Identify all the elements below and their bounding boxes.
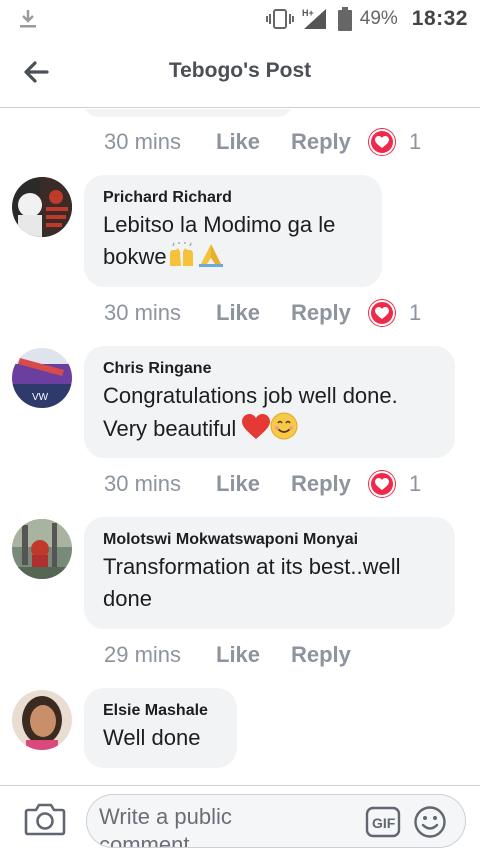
battery-icon [337,7,352,31]
gif-button[interactable]: GIF [365,806,401,838]
reply-button[interactable]: Reply [291,129,369,155]
comment-meta-row: 30 mins Like Reply 1 [104,469,421,499]
vibrate-icon [265,9,294,29]
previous-comment-bubble [84,109,292,117]
gif-icon: GIF [365,806,401,838]
reaction-summary[interactable]: 1 [369,471,421,497]
comment-bubble[interactable]: Chris Ringane Congratulations job well d… [84,346,455,458]
reaction-count: 1 [409,471,422,496]
avatar[interactable] [12,519,72,579]
comment-author[interactable]: Chris Ringane [103,358,436,380]
avatar[interactable] [12,177,72,237]
comment-meta-row: 30 mins Like Reply 1 [104,127,421,157]
camera-icon [24,803,66,836]
like-button[interactable]: Like [216,471,291,497]
comment-input[interactable]: Write a public comment... GIF [86,794,466,848]
camera-button[interactable] [24,801,66,839]
comments-list[interactable]: 30 mins Like Reply 1 Prichard Richard Le… [0,109,480,785]
status-bar: H+ 49% 18:32 [0,0,480,38]
signal-icon: H+ [302,8,326,29]
comment-author[interactable]: Molotswi Mokwatswaponi Monyai [103,529,436,551]
love-reaction-icon [369,300,395,326]
comment-text-line-with-emoji: Very beautiful [103,412,436,449]
comment-text-line: Very beautiful [103,416,237,441]
comment-time: 30 mins [104,300,182,325]
comment-time: 30 mins [104,129,182,154]
avatar[interactable]: VW [12,348,72,408]
comment-meta-row: 30 mins Like Reply 1 [104,298,421,328]
reaction-summary[interactable]: 1 [369,129,421,155]
smiley-icon [414,806,446,838]
network-type-label: H+ [302,8,314,18]
smiling-face-emoji [270,412,298,449]
comment-text: Transformation at its best..well done [103,554,401,611]
reply-button[interactable]: Reply [291,642,369,668]
love-reaction-icon [369,471,395,497]
comment-composer: Write a public comment... GIF [0,785,480,854]
reaction-count: 1 [409,129,422,154]
svg-text:GIF: GIF [372,815,396,831]
raising-hands-emoji [167,242,197,277]
love-reaction-icon [369,129,395,155]
comment-text: Lebitso la Modimo ga le bokwe [103,209,363,277]
comment-text: Congratulations job well done. Very beau… [103,380,436,449]
like-button[interactable]: Like [216,642,291,668]
reaction-count: 1 [409,300,422,325]
download-icon [20,10,36,28]
header: Tebogo's Post [0,38,480,108]
clock: 18:32 [411,7,468,30]
comment-bubble[interactable]: Elsie Mashale Well done [84,688,237,768]
comment-bubble[interactable]: Prichard Richard Lebitso la Modimo ga le… [84,175,382,287]
folded-hands-emoji [197,242,225,277]
page-title: Tebogo's Post [168,59,312,82]
comment-meta-row: 29 mins Like Reply [104,640,369,670]
comment-author[interactable]: Elsie Mashale [103,700,218,722]
comment-author[interactable]: Prichard Richard [103,187,363,209]
emoji-button[interactable] [413,805,447,839]
like-button[interactable]: Like [216,129,291,155]
avatar[interactable] [12,690,72,750]
like-button[interactable]: Like [216,300,291,326]
battery-percentage: 49% [359,8,398,29]
svg-text:VW: VW [32,392,49,403]
comment-time: 30 mins [104,471,182,496]
comment-text: Well done [103,725,201,750]
comment-time: 29 mins [104,642,182,667]
reply-button[interactable]: Reply [291,471,369,497]
comment-text-line: Congratulations job well done. [103,383,398,408]
reply-button[interactable]: Reply [291,300,369,326]
red-heart-emoji [242,414,271,449]
comment-bubble[interactable]: Molotswi Mokwatswaponi Monyai Transforma… [84,517,455,629]
reaction-summary[interactable]: 1 [369,300,421,326]
comment-input-placeholder: Write a public comment... [99,804,232,848]
